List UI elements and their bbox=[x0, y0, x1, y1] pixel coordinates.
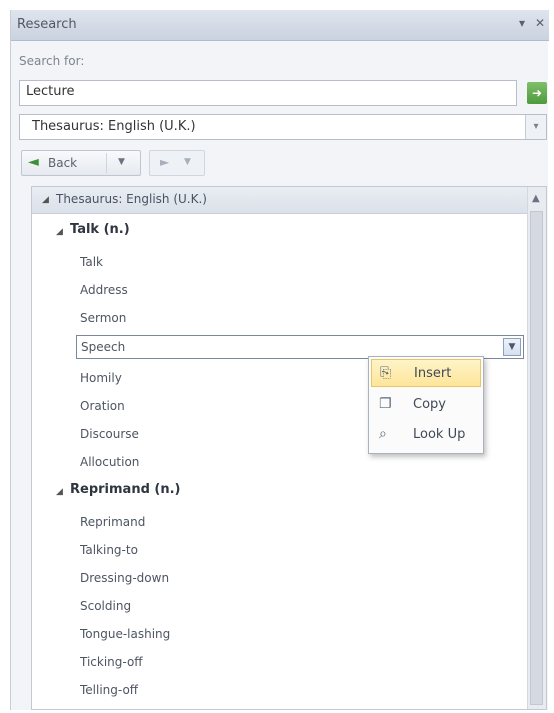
menu-item-label: Copy bbox=[413, 397, 446, 412]
list-item[interactable]: Ticking-off bbox=[80, 655, 143, 669]
list-item[interactable]: Reprimand bbox=[80, 515, 145, 529]
results-header[interactable]: ◢ Thesaurus: English (U.K.) bbox=[32, 187, 528, 214]
back-button[interactable]: ◄ Back ▼ bbox=[21, 150, 141, 176]
scroll-up-icon[interactable]: ▲ bbox=[532, 193, 540, 204]
context-menu-lookup[interactable]: ⌕ Look Up bbox=[371, 421, 481, 449]
list-item[interactable]: Telling-off bbox=[80, 683, 138, 697]
list-item[interactable]: Sermon bbox=[80, 311, 126, 325]
search-input[interactable]: Lecture bbox=[19, 80, 517, 106]
list-item[interactable]: Talking-to bbox=[80, 543, 138, 557]
forward-button[interactable]: ► ▼ bbox=[149, 150, 205, 176]
pin-icon[interactable]: ▾ bbox=[519, 16, 525, 30]
source-select[interactable]: Thesaurus: English (U.K.) ▾ bbox=[19, 114, 547, 140]
results-source-title: Thesaurus: English (U.K.) bbox=[56, 192, 207, 206]
collapse-triangle-icon[interactable]: ◢ bbox=[56, 487, 63, 497]
lookup-icon: ⌕ bbox=[379, 426, 387, 442]
split-divider bbox=[106, 153, 107, 173]
list-item[interactable]: Tongue-lashing bbox=[80, 627, 170, 641]
list-item[interactable]: Scolding bbox=[80, 599, 131, 613]
pane-titlebar: Research ▾ ✕ bbox=[11, 10, 549, 41]
context-menu-insert[interactable]: ⎘ Insert bbox=[371, 359, 481, 387]
list-item[interactable]: Address bbox=[80, 283, 128, 297]
list-item[interactable]: Allocution bbox=[80, 455, 139, 469]
chevron-down-icon[interactable]: ▾ bbox=[525, 115, 546, 139]
close-icon[interactable]: ✕ bbox=[535, 16, 545, 30]
collapse-triangle-icon[interactable]: ◢ bbox=[42, 195, 49, 205]
back-button-label: Back bbox=[48, 156, 78, 170]
list-item[interactable]: Talk bbox=[80, 255, 103, 269]
list-item[interactable]: Speech bbox=[81, 340, 125, 354]
forward-arrow-icon: ► bbox=[160, 155, 170, 169]
collapse-triangle-icon[interactable]: ◢ bbox=[56, 227, 63, 237]
menu-item-label: Insert bbox=[414, 366, 452, 381]
list-item[interactable]: Discourse bbox=[80, 427, 139, 441]
pane-title: Research bbox=[17, 17, 77, 32]
back-arrow-icon: ◄ bbox=[28, 154, 39, 170]
source-select-value: Thesaurus: English (U.K.) bbox=[32, 119, 196, 134]
copy-icon: ❐ bbox=[379, 396, 392, 412]
arrow-right-icon: ➜ bbox=[531, 86, 543, 100]
results-scrollbar[interactable]: ▲ bbox=[527, 187, 546, 709]
context-menu-copy[interactable]: ❐ Copy bbox=[371, 391, 481, 419]
group-head-reprimand[interactable]: Reprimand (n.) bbox=[70, 482, 180, 497]
insert-icon: ⎘ bbox=[380, 365, 392, 381]
start-search-button[interactable]: ➜ bbox=[527, 82, 547, 104]
chevron-down-icon[interactable]: ▼ bbox=[503, 338, 521, 356]
context-menu: ⎘ Insert ❐ Copy ⌕ Look Up bbox=[368, 356, 484, 454]
back-dropdown-icon[interactable]: ▼ bbox=[118, 157, 125, 167]
list-item[interactable]: Dressing-down bbox=[80, 571, 169, 585]
list-item[interactable]: Homily bbox=[80, 371, 122, 385]
search-label: Search for: bbox=[19, 54, 85, 68]
forward-dropdown-icon[interactable]: ▼ bbox=[184, 157, 191, 167]
group-head-talk[interactable]: Talk (n.) bbox=[70, 222, 130, 237]
scroll-thumb[interactable] bbox=[530, 211, 543, 705]
list-item[interactable]: Oration bbox=[80, 399, 125, 413]
menu-item-label: Look Up bbox=[413, 427, 466, 442]
